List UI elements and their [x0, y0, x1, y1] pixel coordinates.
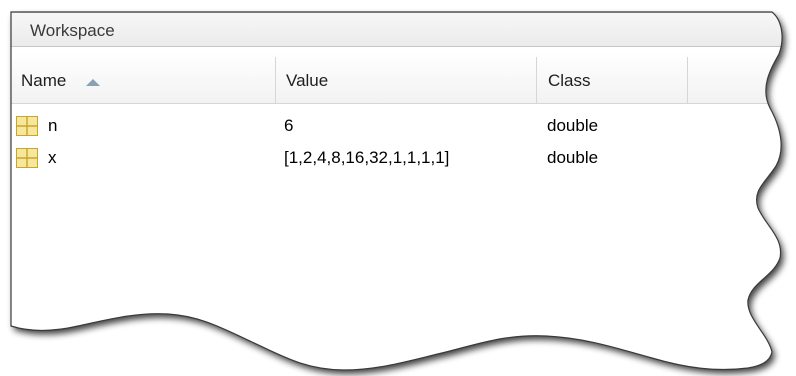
torn-paper-outline [10, 11, 783, 371]
workspace-screenshot: Workspace Name Value Class n 6 double x … [0, 0, 796, 376]
